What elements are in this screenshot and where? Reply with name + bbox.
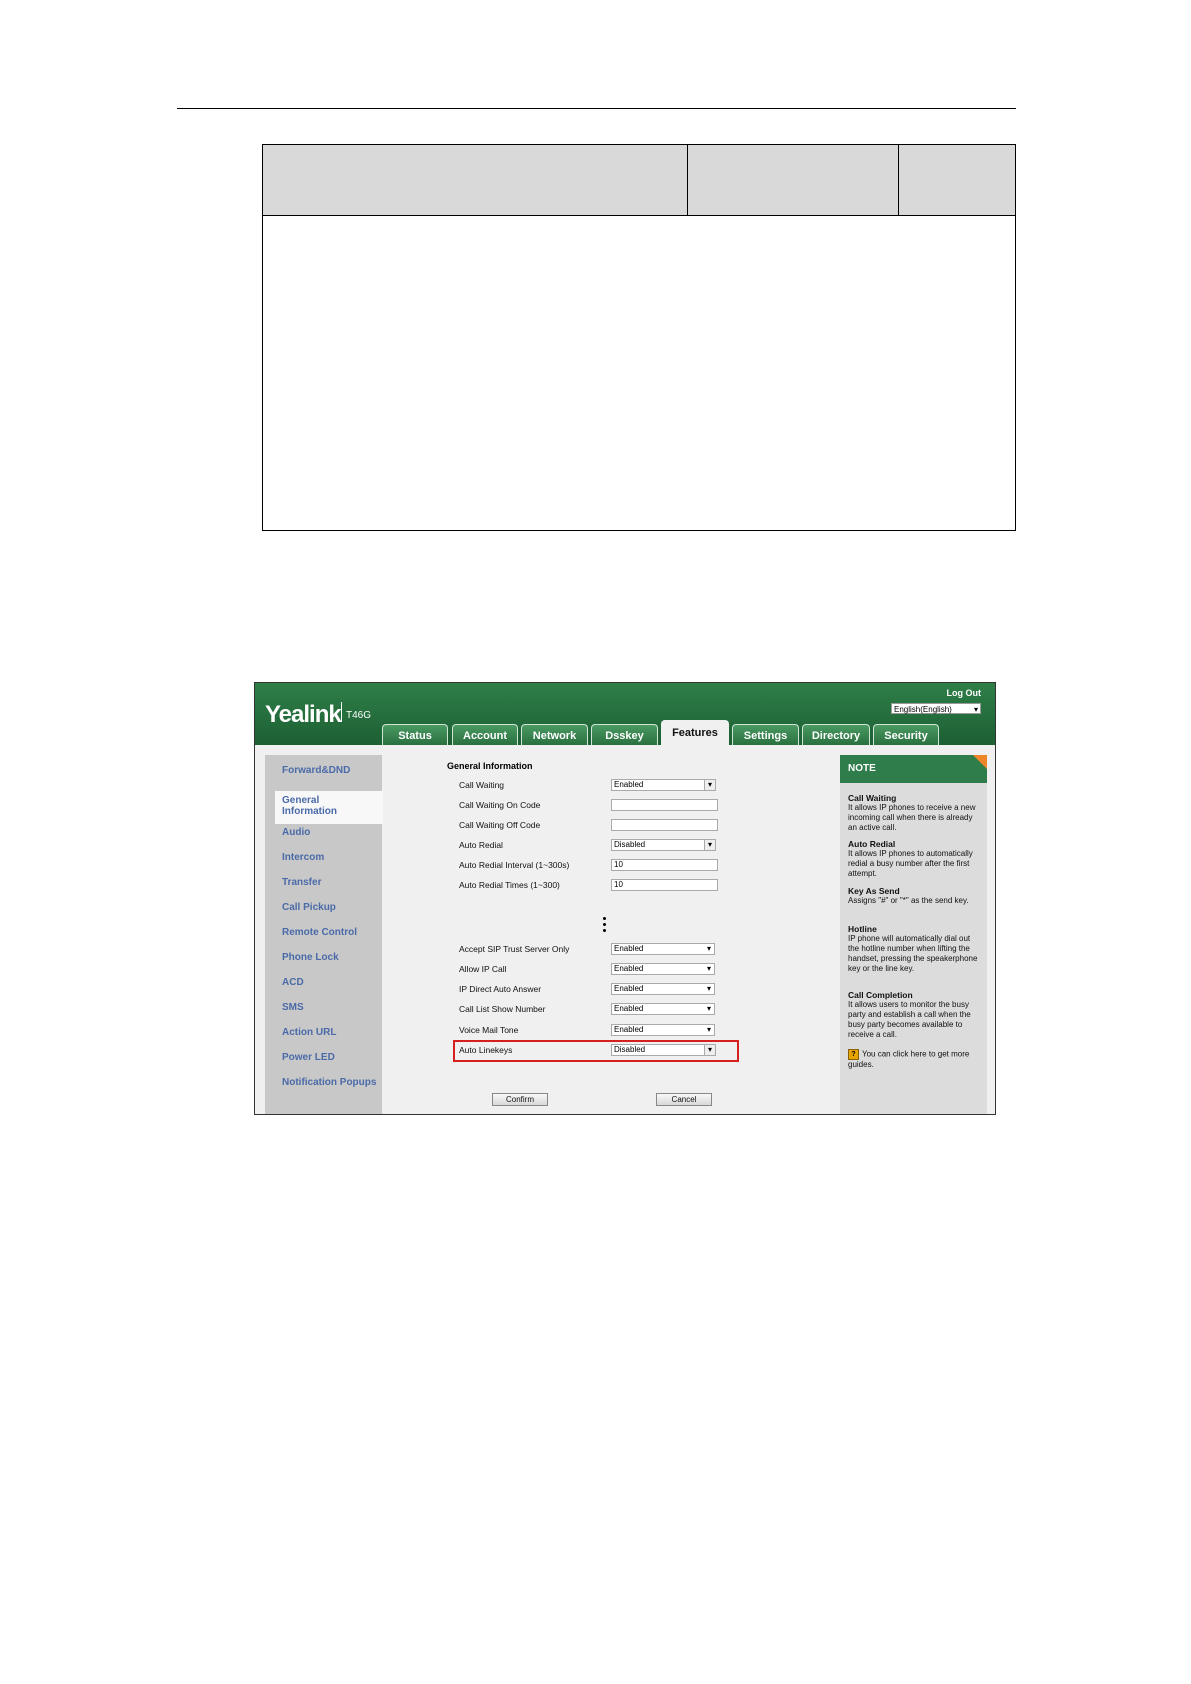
language-select[interactable]: English(English) [891, 703, 981, 715]
select-ip-direct-auto-answer[interactable]: Enabled [611, 983, 715, 995]
note-item-heading: Call Completion [848, 990, 913, 1000]
note-item-auto-redial: Auto Redial It allows IP phones to automa… [848, 839, 980, 879]
sidebar-item-remote-control[interactable]: Remote Control [282, 927, 357, 938]
tab-features[interactable]: Features [661, 720, 729, 745]
web-ui-header: Yealink T46G Log Out English(English) St… [255, 683, 995, 745]
tab-security[interactable]: Security [873, 724, 939, 745]
field-label-voice-mail-tone: Voice Mail Tone [459, 1025, 519, 1035]
field-label-auto-redial: Auto Redial [459, 840, 503, 850]
note-item-text: It allows IP phones to receive a new inc… [848, 803, 976, 832]
note-item-hotline: Hotline IP phone will automatically dial … [848, 924, 980, 974]
note-corner-icon [973, 755, 987, 769]
sidebar-item-acd[interactable]: ACD [282, 977, 304, 988]
note-title: NOTE [840, 755, 987, 783]
sidebar-item-phone-lock[interactable]: Phone Lock [282, 952, 339, 963]
sidebar-item-general-information[interactable]: General Information [282, 795, 337, 817]
table-header-row [263, 145, 1015, 216]
note-item-text: It allows IP phones to automatically red… [848, 849, 973, 878]
note-item-text: IP phone will automatically dial out the… [848, 934, 978, 973]
help-text: You can click here to get more guides. [848, 1049, 970, 1069]
field-label-accept-sip-trust-server-only: Accept SIP Trust Server Only [459, 944, 570, 954]
sidebar-item-intercom[interactable]: Intercom [282, 852, 324, 863]
select-allow-ip-call[interactable]: Enabled [611, 963, 715, 975]
select-accept-sip-trust-server-only[interactable]: Enabled [611, 943, 715, 955]
select-voice-mail-tone[interactable]: Enabled [611, 1024, 715, 1036]
sidebar-item-forward-dnd[interactable]: Forward&DND [282, 765, 350, 776]
note-item-heading: Call Waiting [848, 793, 897, 803]
tab-settings[interactable]: Settings [732, 724, 799, 745]
tab-account[interactable]: Account [452, 724, 518, 745]
note-item-call-completion: Call Completion It allows users to monito… [848, 990, 980, 1040]
table-column-divider [687, 145, 688, 216]
ellipsis-icon [603, 917, 609, 935]
note-item-text: It allows users to monitor the busy part… [848, 1000, 971, 1039]
table-column-divider [898, 145, 899, 216]
sidebar-item-label: Information [282, 806, 337, 817]
sidebar-item-label: General [282, 795, 320, 806]
field-label-auto-redial-times-1-300: Auto Redial Times (1~300) [459, 880, 560, 890]
logout-link[interactable]: Log Out [947, 688, 982, 698]
sidebar: Forward&DND General Information Audio Interc… [265, 755, 383, 1114]
tab-directory[interactable]: Directory [802, 724, 870, 745]
field-label-auto-redial-interval-1-300s: Auto Redial Interval (1~300s) [459, 860, 570, 870]
help-link[interactable]: ? You can click here to get more guides. [848, 1049, 980, 1070]
confirm-button[interactable]: Confirm [492, 1093, 548, 1106]
section-title: General Information [447, 761, 533, 771]
web-ui-screenshot: Yealink T46G Log Out English(English) St… [254, 682, 996, 1115]
field-label-call-list-show-number: Call List Show Number [459, 1004, 546, 1014]
select-call-waiting[interactable]: Enabled [611, 779, 716, 791]
note-item-text: Assigns "#" or "*" as the send key. [848, 896, 969, 905]
yealink-logo: Yealink [265, 701, 342, 728]
tab-status[interactable]: Status [382, 724, 448, 745]
page-header-rule [177, 108, 1016, 109]
sidebar-item-call-pickup[interactable]: Call Pickup [282, 902, 336, 913]
sidebar-item-transfer[interactable]: Transfer [282, 877, 321, 888]
document-table [262, 144, 1016, 531]
field-label-call-waiting: Call Waiting [459, 780, 505, 790]
field-label-call-waiting-on-code: Call Waiting On Code [459, 800, 541, 810]
note-item-call-waiting: Call Waiting It allows IP phones to recei… [848, 793, 980, 833]
input-auto-redial-times-1-300[interactable]: 10 [611, 879, 718, 891]
field-label-auto-linekeys: Auto Linekeys [459, 1045, 513, 1055]
note-item-heading: Auto Redial [848, 839, 896, 849]
sidebar-item-power-led[interactable]: Power LED [282, 1052, 335, 1063]
sidebar-item-audio[interactable]: Audio [282, 827, 310, 838]
note-item-heading: Hotline [848, 924, 877, 934]
question-icon: ? [848, 1049, 859, 1060]
tab-dsskey[interactable]: Dsskey [591, 724, 658, 745]
model-label: T46G [341, 702, 371, 722]
sidebar-item-action-url[interactable]: Action URL [282, 1027, 336, 1038]
field-label-allow-ip-call: Allow IP Call [459, 964, 507, 974]
select-call-list-show-number[interactable]: Enabled [611, 1003, 715, 1015]
input-call-waiting-off-code[interactable] [611, 819, 718, 831]
sidebar-item-notification-popups[interactable]: Notification Popups [282, 1077, 376, 1088]
note-item-heading: Key As Send [848, 886, 900, 896]
note-item-key-as-send: Key As Send Assigns "#" or "*" as the sen… [848, 886, 980, 906]
tab-network[interactable]: Network [521, 724, 588, 745]
note-panel: NOTE Call Waiting It allows IP phones to … [840, 755, 987, 1114]
input-call-waiting-on-code[interactable] [611, 799, 718, 811]
sidebar-item-sms[interactable]: SMS [282, 1002, 304, 1013]
cancel-button[interactable]: Cancel [656, 1093, 712, 1106]
select-auto-redial[interactable]: Disabled [611, 839, 716, 851]
field-label-call-waiting-off-code: Call Waiting Off Code [459, 820, 541, 830]
input-auto-redial-interval-1-300s[interactable]: 10 [611, 859, 718, 871]
field-label-ip-direct-auto-answer: IP Direct Auto Answer [459, 984, 542, 994]
select-auto-linekeys[interactable]: Disabled [611, 1044, 716, 1056]
